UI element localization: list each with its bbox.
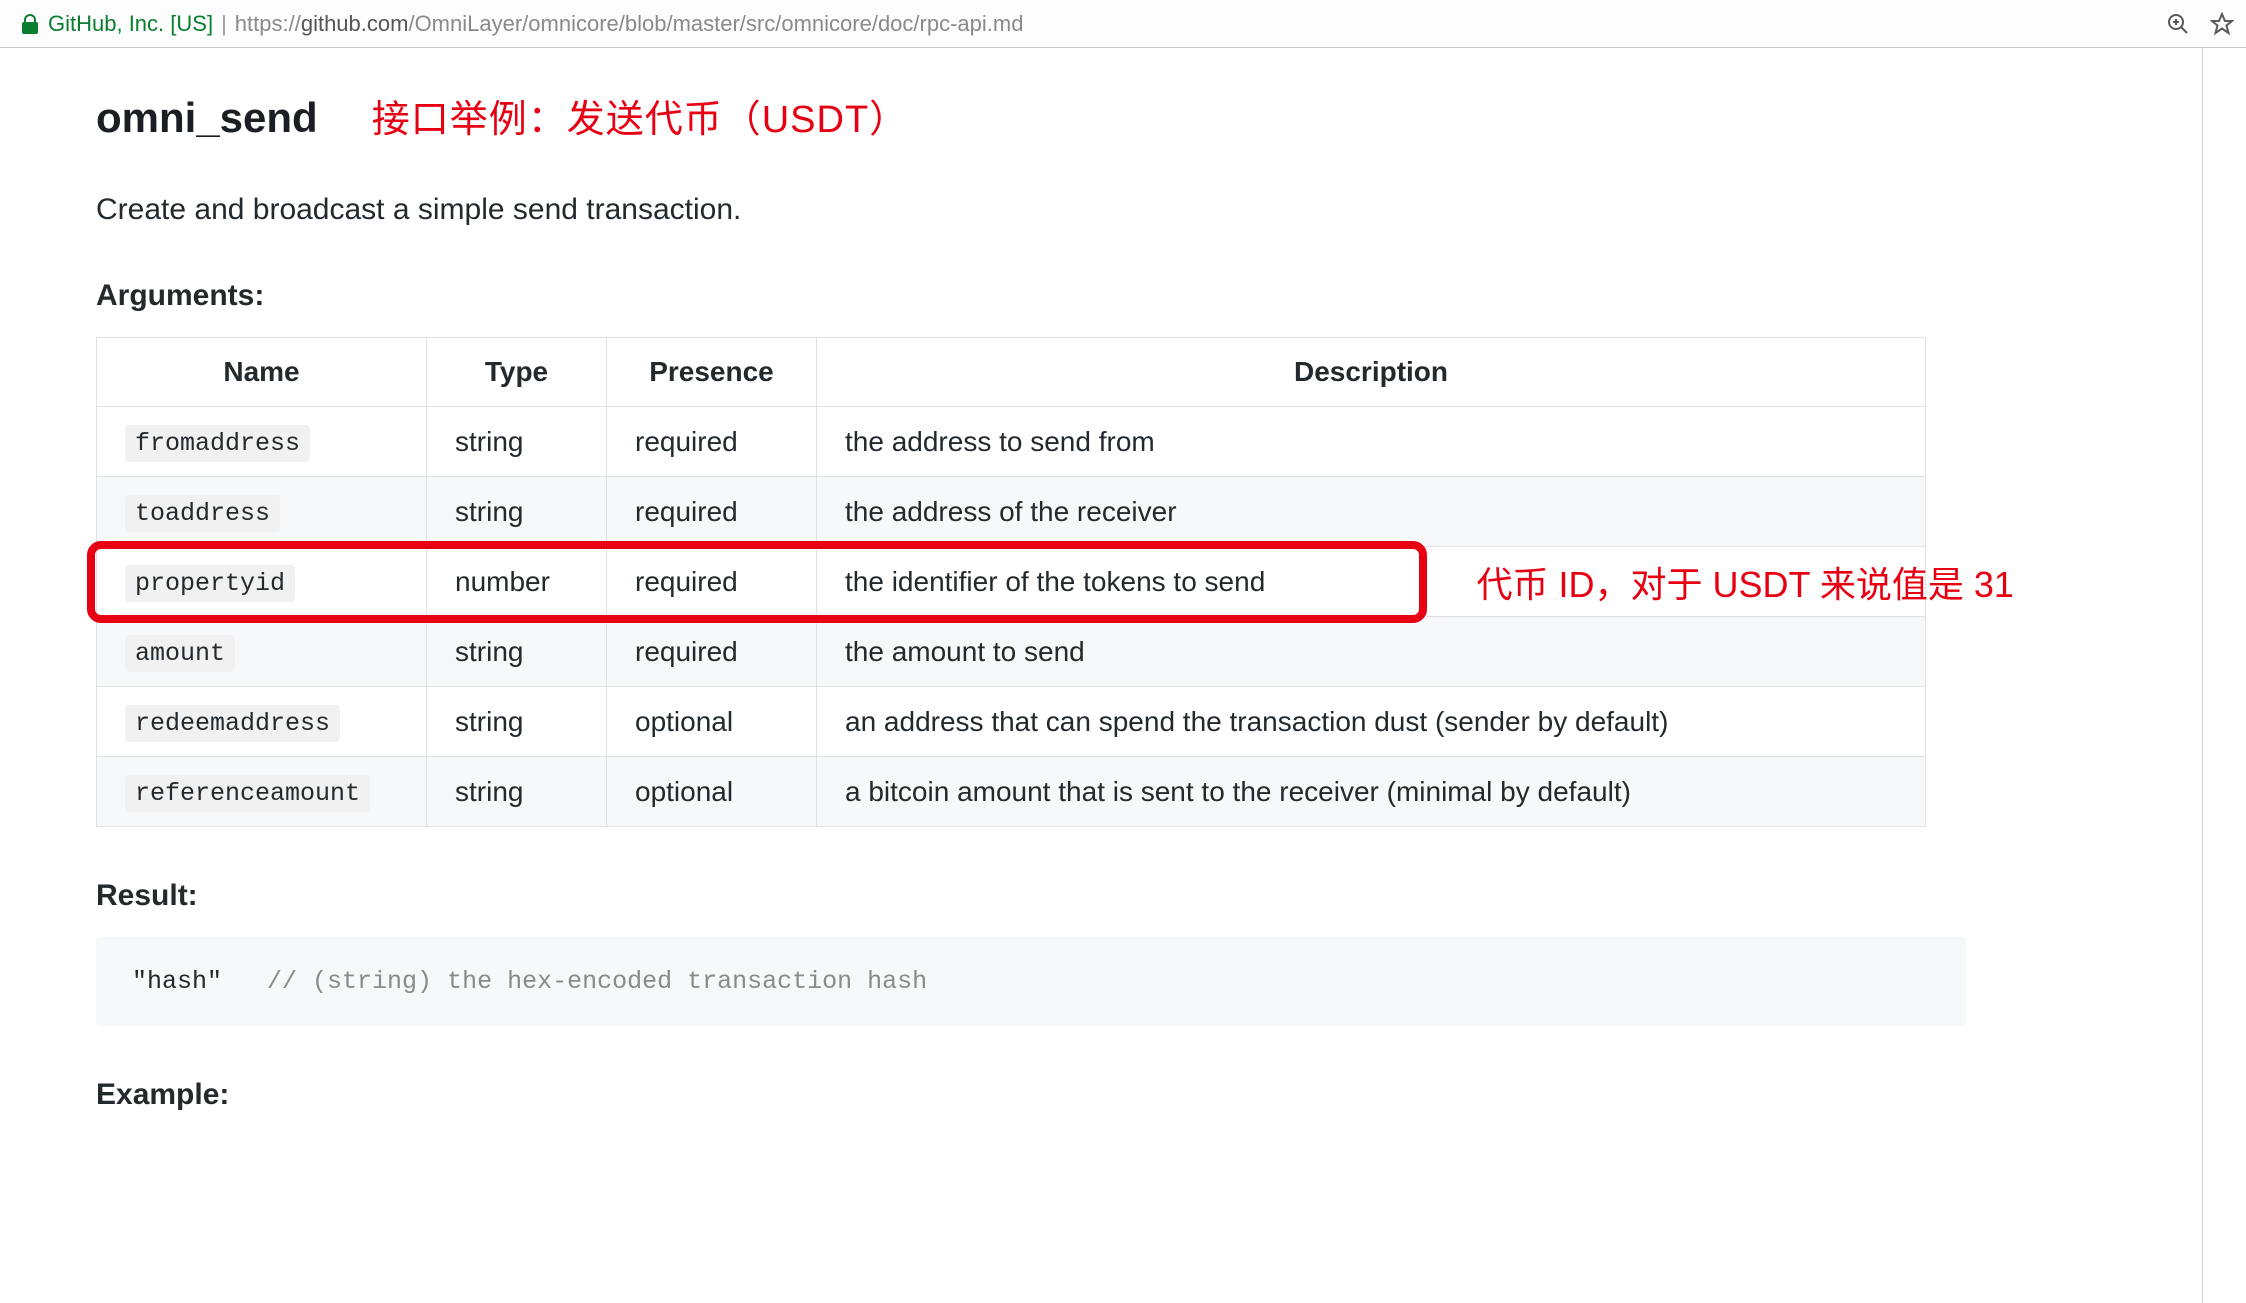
table-row: referenceamount stringoptionala bitcoin a… xyxy=(97,757,1926,827)
url-scheme: https:// xyxy=(235,11,301,36)
cell-presence: required xyxy=(607,477,817,547)
col-presence: Presence xyxy=(607,338,817,407)
lock-icon xyxy=(22,14,38,34)
cell-presence: required xyxy=(607,617,817,687)
cell-presence: optional xyxy=(607,687,817,757)
cell-type: string xyxy=(427,687,607,757)
title-annotation: 接口举例：发送代币（USDT） xyxy=(372,88,908,143)
table-row: redeemaddress stringoptionalan address th… xyxy=(97,687,1926,757)
cell-type: string xyxy=(427,757,607,827)
cell-description: the amount to send xyxy=(817,617,1926,687)
cell-presence: required xyxy=(607,407,817,477)
result-heading: Result: xyxy=(96,879,2202,913)
api-intro: Create and broadcast a simple send trans… xyxy=(96,193,2202,227)
arguments-heading: Arguments: xyxy=(96,279,2202,313)
col-type: Type xyxy=(427,338,607,407)
col-name: Name xyxy=(97,338,427,407)
param-code: referenceamount xyxy=(125,775,370,812)
cell-presence: optional xyxy=(607,757,817,827)
cell-name: redeemaddress xyxy=(97,687,427,757)
site-identity: GitHub, Inc. [US] xyxy=(48,11,213,37)
param-code: propertyid xyxy=(125,565,295,602)
cell-name: referenceamount xyxy=(97,757,427,827)
table-header-row: Name Type Presence Description xyxy=(97,338,1926,407)
result-code-block: "hash" // (string) the hex-encoded trans… xyxy=(96,937,1966,1026)
result-value: "hash" xyxy=(132,967,222,996)
page-url[interactable]: https://github.com/OmniLayer/omnicore/bl… xyxy=(235,11,1024,37)
address-separator: | xyxy=(213,11,235,37)
cell-description: an address that can spend the transactio… xyxy=(817,687,1926,757)
cell-name: propertyid xyxy=(97,547,427,617)
cell-name: fromaddress xyxy=(97,407,427,477)
param-code: redeemaddress xyxy=(125,705,340,742)
param-code: toaddress xyxy=(125,495,280,532)
highlight-annotation: 代币 ID，对于 USDT 来说值是 31 xyxy=(1477,556,2014,608)
table-row: amount stringrequiredthe amount to send xyxy=(97,617,1926,687)
cell-name: amount xyxy=(97,617,427,687)
col-description: Description xyxy=(817,338,1926,407)
browser-address-bar: GitHub, Inc. [US] | https://github.com/O… xyxy=(0,0,2246,48)
cell-type: string xyxy=(427,477,607,547)
param-code: amount xyxy=(125,635,235,672)
url-host: github.com xyxy=(301,11,409,36)
bookmark-star-icon[interactable] xyxy=(2208,10,2236,38)
document-body: omni_send 接口举例：发送代币（USDT） Create and bro… xyxy=(8,48,2203,1303)
cell-name: toaddress xyxy=(97,477,427,547)
result-comment: // (string) the hex-encoded transaction … xyxy=(267,967,927,996)
table-row: toaddress stringrequiredthe address of th… xyxy=(97,477,1926,547)
cell-type: string xyxy=(427,617,607,687)
example-heading: Example: xyxy=(96,1078,2202,1112)
param-code: fromaddress xyxy=(125,425,310,462)
cell-type: number xyxy=(427,547,607,617)
table-row: fromaddress stringrequiredthe address to … xyxy=(97,407,1926,477)
cell-description: the address to send from xyxy=(817,407,1926,477)
cell-type: string xyxy=(427,407,607,477)
url-path: /OmniLayer/omnicore/blob/master/src/omni… xyxy=(408,11,1023,36)
cell-presence: required xyxy=(607,547,817,617)
api-heading: omni_send xyxy=(96,94,318,142)
cell-description: a bitcoin amount that is sent to the rec… xyxy=(817,757,1926,827)
cell-description: the address of the receiver xyxy=(817,477,1926,547)
zoom-icon[interactable] xyxy=(2164,10,2192,38)
